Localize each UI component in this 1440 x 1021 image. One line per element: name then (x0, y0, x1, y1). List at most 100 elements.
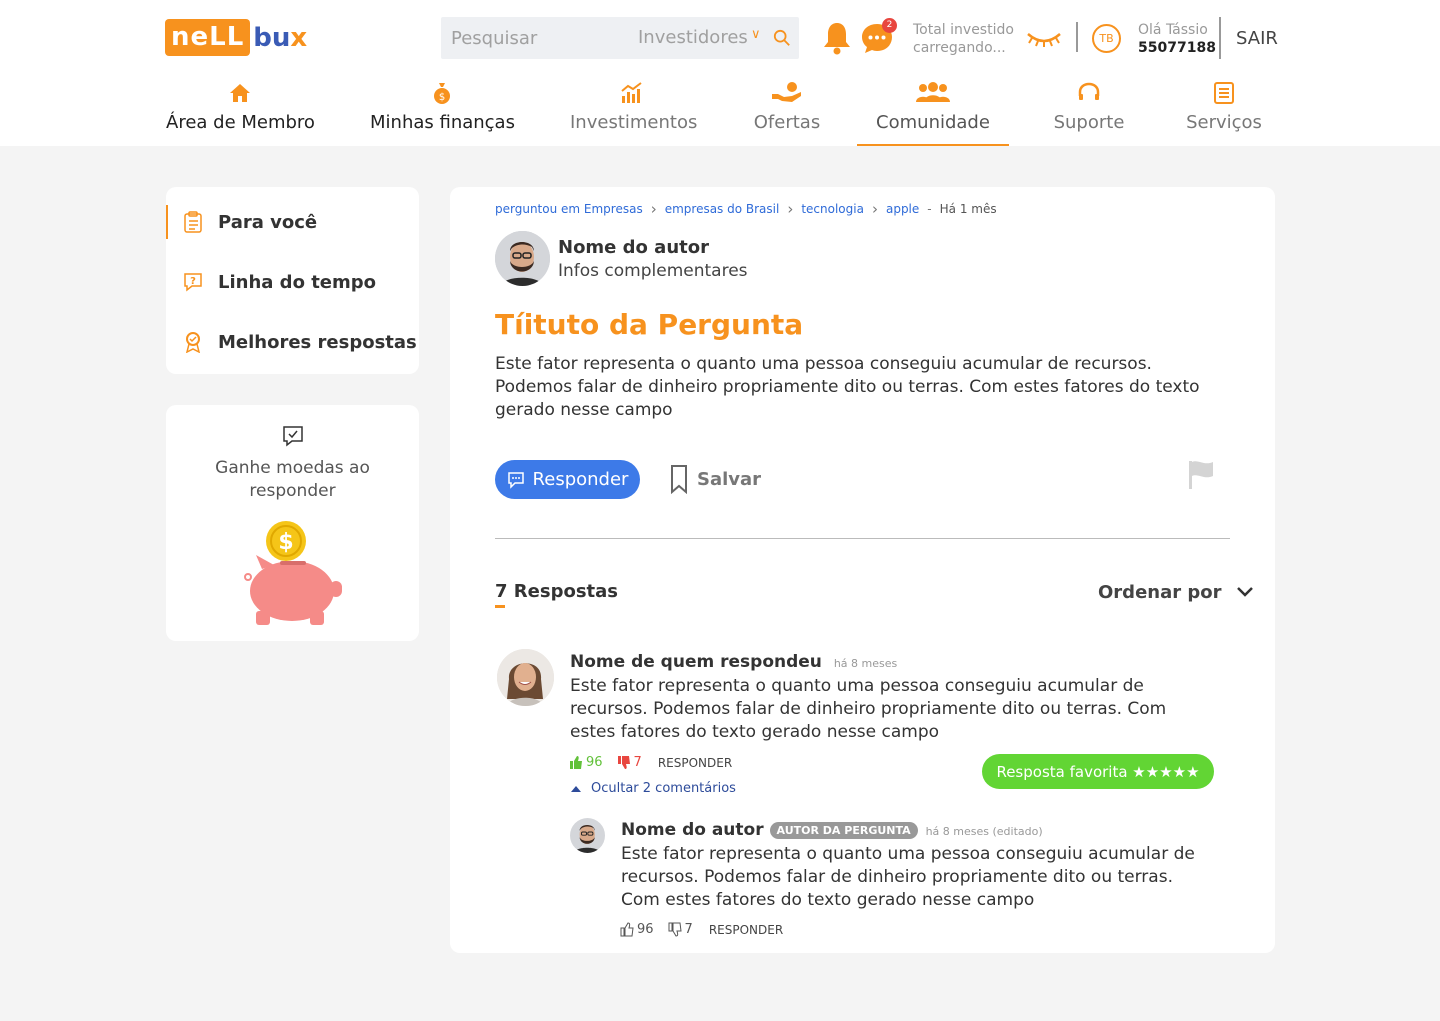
search-bar: Investidores ∨ (441, 17, 799, 59)
user-id: 55077188 (1138, 40, 1216, 56)
headset-icon (1078, 82, 1100, 100)
question-time: Há 1 mês (939, 202, 997, 216)
sidebar-item-label: Melhores respostas (218, 331, 417, 353)
logout-button[interactable]: SAIR (1236, 28, 1278, 49)
avatar[interactable]: TB (1092, 24, 1121, 53)
breadcrumb-link[interactable]: tecnologia (801, 202, 864, 216)
greeting-text: Olá Tássio (1138, 22, 1208, 38)
sidebar-menu: Para você ? Linha do tempo Melhores resp… (166, 187, 419, 374)
chevron-right-icon: › (787, 200, 794, 218)
divider (495, 538, 1230, 539)
divider (1219, 17, 1221, 59)
nav-label: Ofertas (753, 112, 821, 133)
hand-coin-icon (772, 82, 801, 102)
order-by-label: Ordenar por (1098, 582, 1222, 603)
sidebar-item-para-voce[interactable]: Para você (166, 205, 317, 239)
thumbs-down-icon (668, 922, 682, 937)
search-input[interactable] (441, 27, 621, 49)
chevron-right-icon: › (871, 200, 878, 218)
svg-text:?: ? (190, 276, 196, 287)
chat-bubble-icon (507, 471, 524, 489)
reply-button-label: Responder (532, 469, 629, 490)
people-icon (916, 82, 950, 102)
nav-item-suporte[interactable]: Suporte (1052, 80, 1126, 146)
like-count: 96 (586, 755, 603, 770)
caret-up-icon (571, 785, 581, 792)
search-scope-select[interactable]: Investidores (638, 27, 748, 48)
answerer-name[interactable]: Nome de quem respondeu (570, 652, 822, 672)
answer-actions: 96 7 RESPONDER (569, 755, 732, 770)
answer-time: há 8 meses (833, 657, 898, 670)
answers-count-label: 7 Respostas (495, 581, 619, 602)
save-button[interactable]: Salvar (669, 464, 761, 494)
nav-item-minhas-financas[interactable]: $ Minhas finanças (370, 80, 515, 146)
total-invested-value: carregando... (913, 40, 1006, 56)
chevron-down-icon[interactable]: ∨ (751, 27, 761, 42)
dislike-button[interactable]: 7 (617, 755, 642, 770)
bookmark-icon (671, 465, 687, 494)
nav-item-ofertas[interactable]: Ofertas (752, 80, 822, 146)
answers-count: 7 Respostas (495, 581, 619, 608)
author-name[interactable]: Nome do autor (558, 237, 709, 258)
top-bar: neLL bu x Investidores ∨ 2 Total investi… (0, 0, 1440, 146)
sidebar-item-linha-do-tempo[interactable]: ? Linha do tempo (168, 265, 376, 299)
question-body: Este fator representa o quanto uma pesso… (495, 354, 1200, 420)
like-count: 96 (637, 922, 654, 937)
dislike-button[interactable]: 7 (668, 922, 693, 937)
piggy-bank-icon: $ (244, 521, 342, 625)
nav-label: Comunidade (876, 112, 990, 133)
logo-text: bu (253, 22, 291, 53)
hide-comments-toggle[interactable]: Ocultar 2 comentários (570, 781, 736, 796)
chat-check-icon (283, 426, 303, 447)
total-invested: Total investido carregando... (913, 21, 1014, 57)
document-icon (1214, 82, 1234, 104)
flag-icon[interactable] (1186, 459, 1216, 491)
user-greeting: Olá Tássio 55077188 (1138, 21, 1216, 57)
answer-header: Nome de quem respondeu há 8 meses (570, 652, 897, 672)
sidebar-item-label: Para você (218, 211, 318, 233)
comment-avatar[interactable] (570, 818, 605, 853)
answer-reply-link[interactable]: RESPONDER (658, 756, 732, 770)
breadcrumb-link[interactable]: apple (886, 202, 919, 216)
comment-reply-link[interactable]: RESPONDER (709, 923, 783, 937)
like-button[interactable]: 96 (569, 755, 603, 770)
nav-item-comunidade[interactable]: Comunidade (857, 80, 1009, 146)
author-avatar[interactable] (495, 231, 550, 286)
sidebar-item-melhores-respostas[interactable]: Melhores respostas (168, 325, 417, 359)
clipboard-icon (184, 211, 202, 233)
nav-label: Minhas finanças (370, 112, 515, 133)
money-bag-icon: $ (433, 83, 450, 104)
thumbs-down-icon (617, 756, 630, 769)
save-button-label: Salvar (697, 468, 762, 490)
chevron-down-icon (1236, 587, 1253, 597)
nav-item-investimentos[interactable]: Investimentos (570, 80, 698, 146)
promo-text: Ganhe moedas ao responder (215, 458, 370, 501)
comment-body: Este fator representa o quanto uma pesso… (621, 844, 1195, 910)
home-icon (230, 84, 250, 102)
favorite-answer-badge: Resposta favorita ★★★★★ (982, 754, 1214, 789)
logo[interactable]: neLL bu x (165, 19, 307, 56)
breadcrumb: perguntou em Empresas › empresas do Bras… (495, 200, 997, 218)
like-button[interactable]: 96 (620, 922, 654, 937)
breadcrumb-link[interactable]: perguntou em Empresas (495, 202, 643, 216)
breadcrumb-link[interactable]: empresas do Brasil (665, 202, 780, 216)
thumbs-up-icon (570, 756, 582, 769)
nav-label: Investimentos (570, 112, 698, 133)
hide-comments-label: Ocultar 2 comentários (591, 781, 736, 796)
bell-icon[interactable] (822, 21, 852, 55)
comment-author-name[interactable]: Nome do autor (621, 820, 764, 840)
answerer-avatar[interactable] (497, 649, 554, 706)
nav-item-servicos[interactable]: Serviços (1185, 80, 1263, 146)
person-photo-icon (497, 649, 554, 706)
author-info: Infos complementares (558, 261, 748, 281)
author-badge: AUTOR DA PERGUNTA (769, 821, 918, 839)
reply-button[interactable]: Responder (495, 460, 640, 499)
search-icon[interactable] (773, 29, 791, 47)
answer-body: Este fator representa o quanto uma pesso… (570, 676, 1167, 742)
promo-card: Ganhe moedas ao responder $ (166, 405, 419, 641)
question-title: Tíituto da Pergunta (495, 308, 804, 341)
eye-closed-icon[interactable] (1026, 30, 1062, 48)
order-by-select[interactable]: Ordenar por (1098, 582, 1254, 603)
logo-mark: neLL (165, 19, 251, 56)
nav-item-area-membro[interactable]: Área de Membro (166, 80, 315, 146)
